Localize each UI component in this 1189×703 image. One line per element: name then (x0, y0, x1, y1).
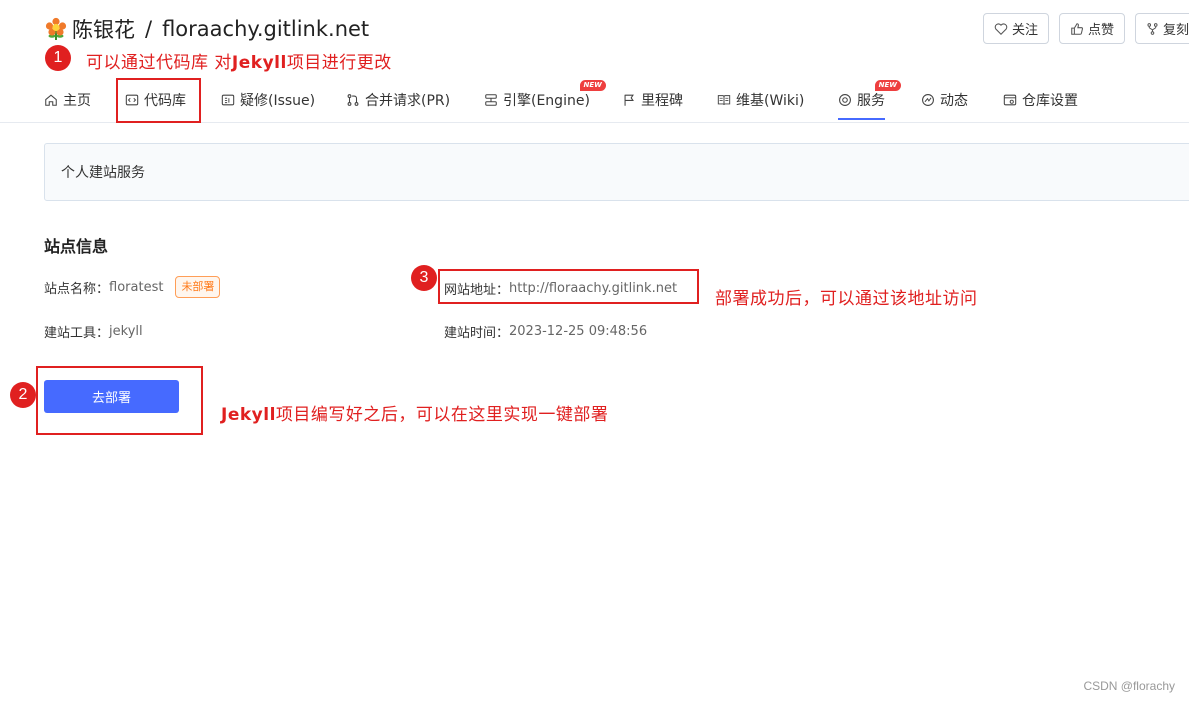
flower-icon (45, 17, 67, 40)
tab-service[interactable]: 服务 NEW (838, 78, 901, 122)
engine-icon (485, 94, 497, 106)
annotation-box-code (116, 78, 201, 123)
tab-milestone[interactable]: 里程碑 (622, 78, 683, 122)
new-badge: NEW (874, 80, 901, 91)
site-time-label: 建站时间： (444, 326, 510, 341)
new-badge: NEW (579, 80, 606, 91)
tab-engine-label: 引擎(Engine) (503, 93, 590, 109)
tab-repo-settings[interactable]: 仓库设置 (1003, 78, 1078, 122)
repo-separator: / (145, 17, 153, 41)
site-time-value: 2023-12-25 09:48:56 (509, 324, 648, 339)
status-badge: 未部署 (175, 276, 221, 298)
site-name-label: 站点名称： (44, 281, 110, 297)
annotation-number-3: 3 (411, 265, 437, 291)
site-tool-value: jekyll (109, 324, 143, 339)
annotation-text-2-post: 项目编写好之后，可以在这里实现一键部署 (275, 405, 609, 425)
fork-button[interactable]: 复刻 (1135, 13, 1189, 44)
tab-repo-settings-label: 仓库设置 (1022, 93, 1078, 109)
fork-icon (1147, 22, 1158, 35)
like-button[interactable]: 点赞 (1058, 13, 1125, 44)
service-icon (839, 94, 851, 106)
tab-service-label: 服务 (857, 93, 885, 109)
tab-milestone-label: 里程碑 (641, 93, 683, 109)
tab-home[interactable]: 主页 (44, 78, 91, 122)
annotation-number-1: 1 (45, 45, 71, 71)
repo-name-link[interactable]: floraachy.gitlink.net (162, 17, 369, 41)
follow-button[interactable]: 关注 (982, 13, 1049, 44)
site-time-field: 建站时间： 2023-12-25 09:48:56 (444, 322, 647, 341)
site-tool-field: 建站工具： jekyll (44, 322, 143, 341)
site-name-field: 站点名称： floratest 未部署 (44, 276, 221, 298)
tab-issue-label: 疑修(Issue) (240, 93, 316, 109)
annotation-text-1-bold: Jekyll (231, 53, 287, 73)
tab-activity-label: 动态 (940, 93, 968, 109)
tab-wiki-label: 维基(Wiki) (736, 93, 805, 109)
fork-label: 复刻 (1162, 23, 1189, 38)
annotation-text-1-pre: 可以通过代码库 对 (86, 53, 232, 73)
pull-request-icon (347, 94, 359, 106)
annotation-box-deploy (36, 366, 203, 435)
watermark: CSDN @florachy (1083, 679, 1175, 693)
annotation-text-2-bold: Jekyll (221, 405, 276, 425)
tab-activity[interactable]: 动态 (921, 78, 968, 122)
tab-pull-request[interactable]: 合并请求(PR) (346, 78, 450, 122)
service-type-label: 个人建站服务 (61, 165, 145, 181)
annotation-number-2: 2 (10, 382, 36, 408)
tab-pull-request-label: 合并请求(PR) (365, 93, 451, 109)
book-icon (717, 95, 731, 105)
flag-icon (624, 94, 634, 106)
home-icon (45, 94, 57, 106)
follow-label: 关注 (1011, 23, 1038, 38)
repo-owner-link[interactable]: 陈银花 (72, 14, 135, 44)
service-type-bar: 个人建站服务 (44, 143, 1189, 201)
site-name-value: floratest (109, 279, 164, 295)
annotation-text-2: Jekyll项目编写好之后，可以在这里实现一键部署 (221, 400, 608, 425)
tab-engine[interactable]: 引擎(Engine) NEW (484, 78, 606, 122)
activity-icon (922, 94, 934, 106)
section-title: 站点信息 (44, 237, 109, 256)
heart-icon (994, 22, 1008, 35)
annotation-text-3: 部署成功后，可以通过该地址访问 (715, 289, 978, 309)
thumbs-up-icon (1071, 22, 1083, 35)
tab-home-label: 主页 (63, 93, 91, 109)
annotation-text-1: 可以通过代码库 对Jekyll项目进行更改 (86, 48, 392, 73)
annotation-text-1-post: 项目进行更改 (286, 53, 392, 73)
tab-wiki[interactable]: 维基(Wiki) (717, 78, 804, 122)
annotation-box-address (438, 269, 699, 304)
repo-actions: 关注 点赞 复刻 (982, 13, 1189, 44)
repo-title: 陈银花 / floraachy.gitlink.net (44, 14, 369, 44)
issue-icon (221, 94, 235, 106)
settings-icon (1003, 94, 1017, 106)
site-tool-label: 建站工具： (44, 326, 110, 341)
tab-issue[interactable]: 疑修(Issue) (221, 78, 315, 122)
like-label: 点赞 (1087, 23, 1114, 38)
